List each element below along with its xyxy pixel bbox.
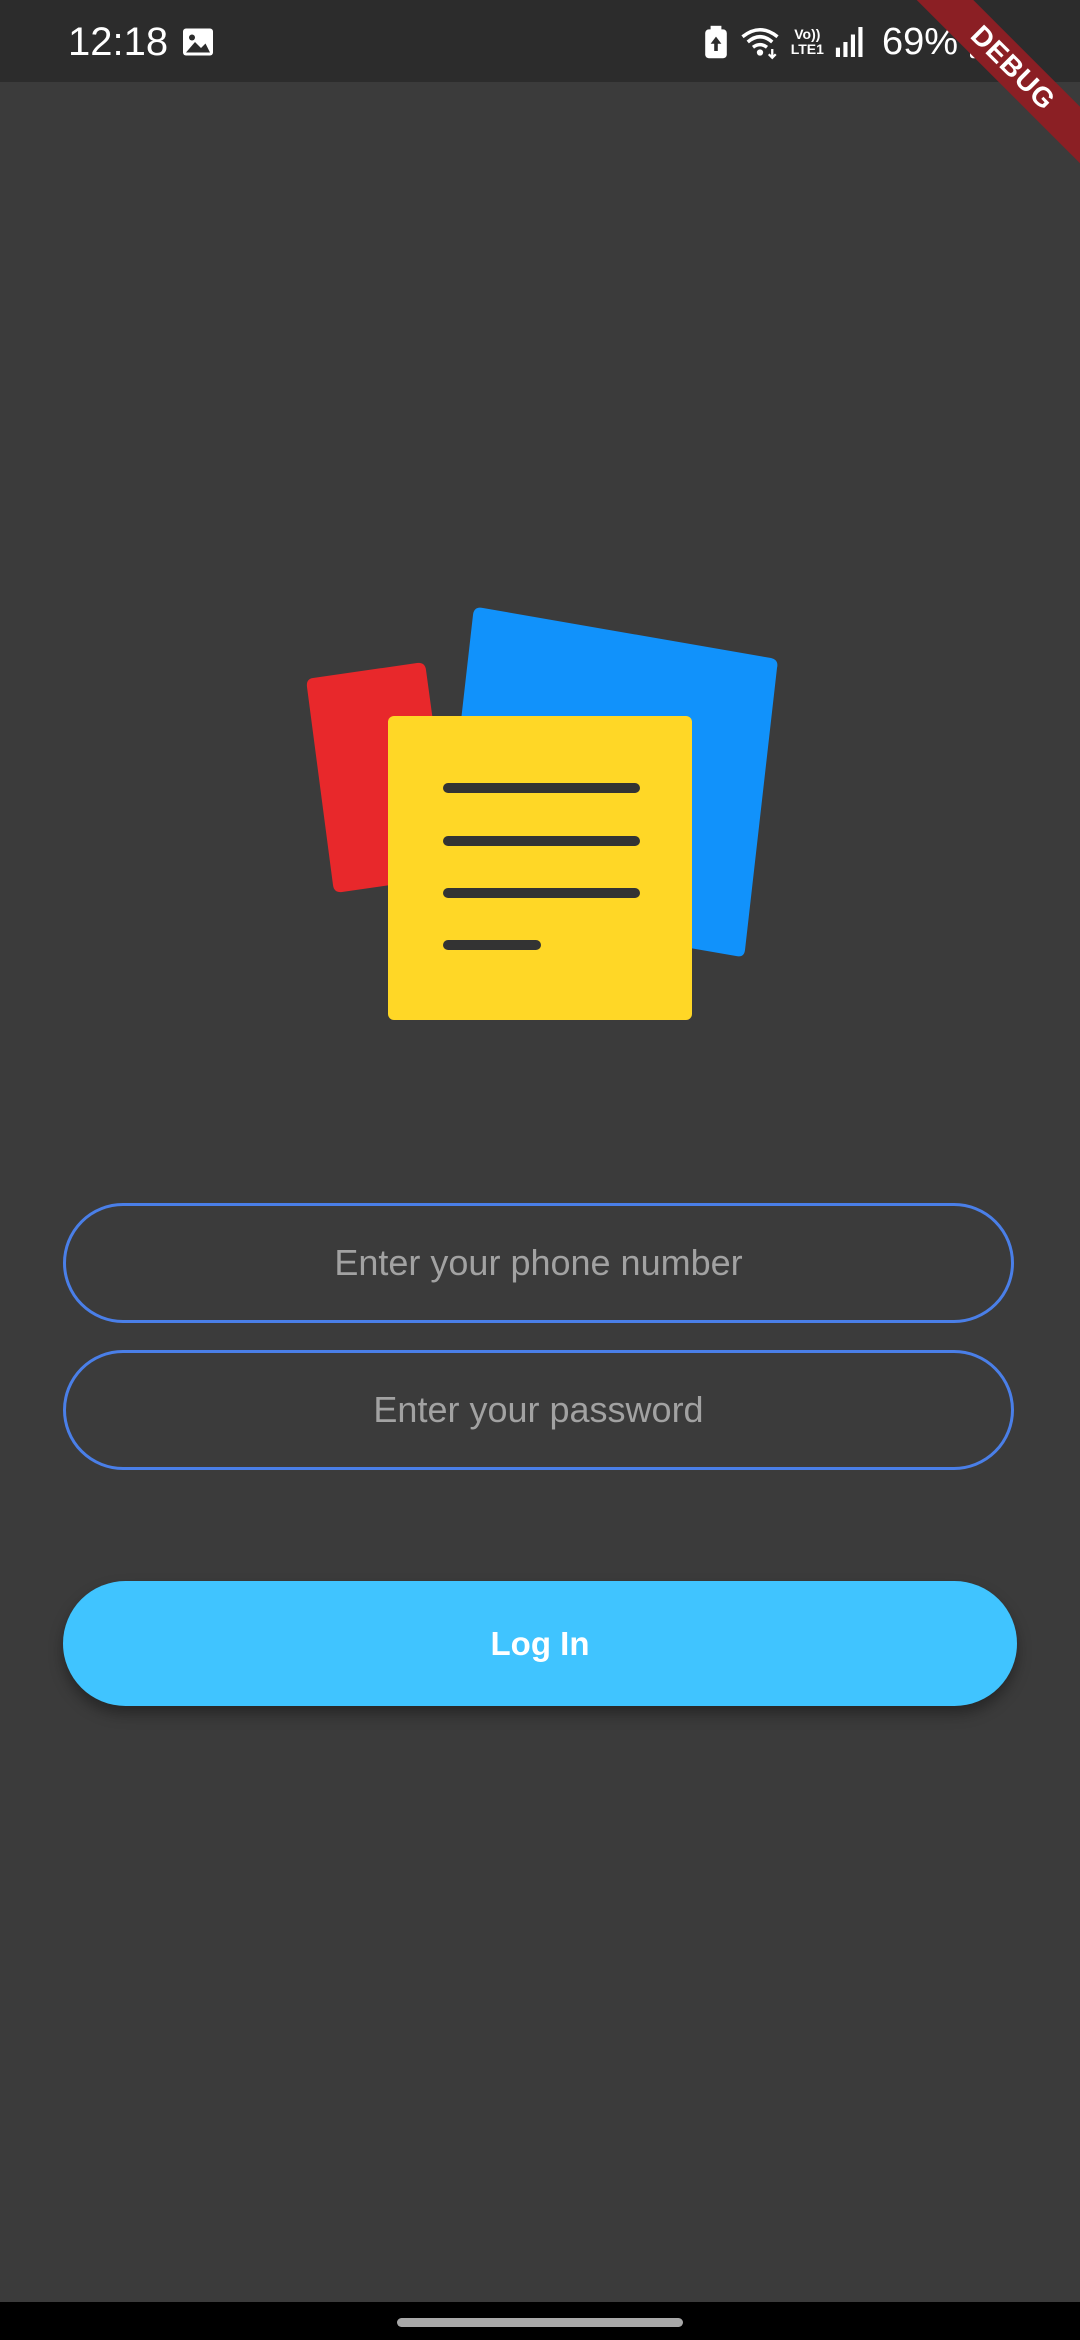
volte-label-bottom: LTE1: [790, 41, 824, 57]
login-button[interactable]: Log In: [63, 1581, 1017, 1706]
volte-label-top: Vo)): [794, 26, 821, 42]
password-field[interactable]: [63, 1350, 1014, 1470]
phone-number-input[interactable]: [66, 1205, 1011, 1321]
notes-logo-icon: [306, 607, 778, 1020]
phone-number-field[interactable]: [63, 1203, 1014, 1323]
password-input[interactable]: [66, 1352, 1011, 1468]
battery-saver-icon: [704, 25, 727, 59]
wifi-icon: [741, 28, 779, 60]
status-bar: 12:18 Vo)) LTE1 69%: [0, 0, 1080, 82]
signal-icon: [835, 27, 863, 57]
gallery-icon: [183, 28, 213, 56]
status-time: 12:18: [68, 20, 169, 64]
home-indicator[interactable]: [397, 2318, 683, 2327]
volte-icon: Vo)) LTE1: [791, 27, 824, 57]
navigation-bar: [0, 2302, 1080, 2340]
